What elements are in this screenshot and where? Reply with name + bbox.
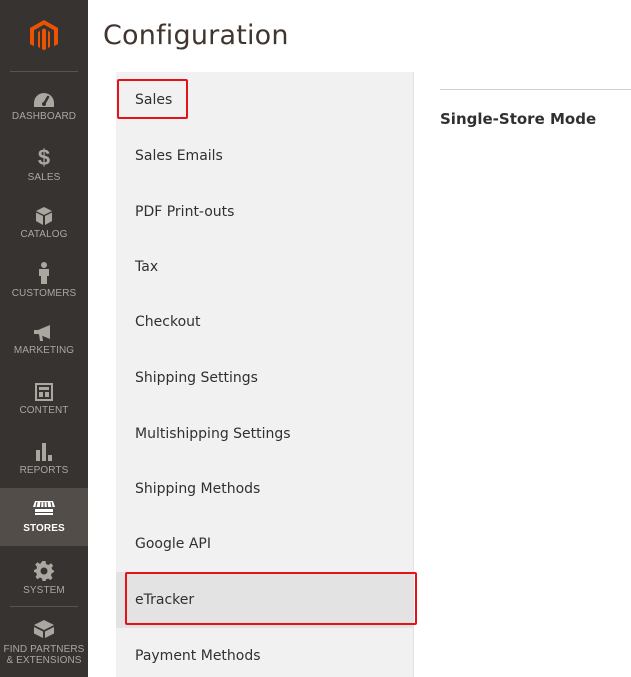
nav-item-reports[interactable]: Reports	[0, 433, 88, 483]
nav-label: Sales	[27, 171, 61, 183]
config-tabs: Sales Sales Emails PDF Print-outs Tax Ch…	[116, 72, 414, 677]
nav-label-line1: Find Partners	[3, 644, 85, 655]
nav-item-content[interactable]: Content	[0, 374, 88, 424]
customer-person-icon	[39, 261, 49, 284]
nav-label: Content	[19, 404, 69, 416]
nav-item-system[interactable]: System	[0, 553, 88, 603]
cube-stack-icon	[34, 620, 54, 638]
nav-label: Find Partners & Extensions	[4, 644, 85, 666]
nav-label: Catalog	[20, 228, 68, 240]
nav-item-dashboard[interactable]: Dashboard	[0, 82, 88, 132]
nav-item-find-partners[interactable]: Find Partners & Extensions	[0, 612, 88, 674]
nav-item-sales[interactable]: $ Sales	[0, 140, 88, 190]
admin-sidebar: Dashboard $ Sales Catalog Customers Mark…	[0, 0, 88, 677]
nav-item-customers[interactable]: Customers	[0, 254, 88, 306]
nav-label: Customers	[11, 287, 77, 299]
megaphone-icon	[34, 324, 50, 341]
nav-item-catalog[interactable]: Catalog	[0, 198, 88, 248]
content-layout-icon	[35, 382, 53, 401]
dashboard-icon	[34, 92, 54, 107]
nav-label: Reports	[19, 464, 69, 476]
magento-logo[interactable]	[0, 0, 88, 72]
nav-label-line2: & Extensions	[6, 655, 82, 666]
nav-item-stores[interactable]: Stores	[0, 488, 88, 546]
tab-checkout[interactable]: Checkout	[116, 294, 414, 350]
storefront-icon	[33, 500, 55, 515]
tab-multishipping-settings[interactable]: Multishipping Settings	[116, 406, 414, 462]
nav-label: System	[23, 584, 65, 596]
gear-icon	[34, 560, 54, 581]
magento-logo-icon	[30, 20, 58, 51]
bar-chart-icon	[36, 442, 52, 461]
nav-label: Dashboard	[11, 110, 77, 122]
tab-tax[interactable]: Tax	[116, 239, 414, 295]
page-title: Configuration	[103, 20, 289, 51]
tab-shipping-settings[interactable]: Shipping Settings	[116, 350, 414, 406]
tab-shipping-methods[interactable]: Shipping Methods	[116, 461, 414, 517]
tab-pdf-print-outs[interactable]: PDF Print-outs	[116, 184, 414, 240]
dollar-icon: $	[37, 144, 51, 170]
tab-sales-emails[interactable]: Sales Emails	[116, 128, 414, 184]
section-title-single-store-mode[interactable]: Single-Store Mode	[440, 110, 596, 128]
tab-sales[interactable]: Sales	[116, 72, 414, 128]
tab-etracker[interactable]: eTracker	[116, 572, 414, 628]
tab-payment-methods[interactable]: Payment Methods	[116, 628, 414, 677]
nav-item-marketing[interactable]: Marketing	[0, 315, 88, 365]
section-divider	[440, 89, 631, 90]
tab-google-api[interactable]: Google API	[116, 516, 414, 572]
nav-label: Marketing	[13, 344, 75, 356]
nav-divider	[10, 606, 78, 607]
nav-label: Stores	[23, 522, 65, 534]
catalog-box-icon	[36, 206, 52, 225]
